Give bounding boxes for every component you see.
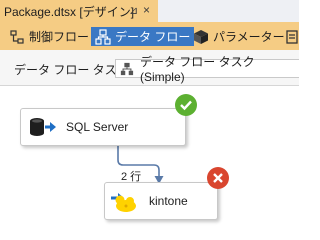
data-flow-icon bbox=[95, 28, 111, 45]
parameters-label: パラメーター bbox=[213, 30, 285, 44]
data-flow-task-value: データ フロー タスク(Simple) bbox=[139, 55, 255, 84]
data-flow-tab[interactable]: データ フロー bbox=[91, 27, 195, 46]
kintone-destination-icon bbox=[111, 193, 136, 212]
data-flow-task-select[interactable]: データ フロー タスク(Simple) bbox=[115, 55, 299, 84]
control-flow-tab[interactable]: 制御フロー bbox=[9, 27, 89, 46]
parameters-tab[interactable]: パラメーター bbox=[193, 27, 285, 46]
document-tab-bar: Package.dtsx [デザイン] ⊿ × bbox=[0, 0, 299, 22]
designer-toolbar: 制御フロー データ フロー パラメーター bbox=[0, 22, 299, 50]
tab-package-design[interactable]: Package.dtsx [デザイン] ⊿ × bbox=[0, 0, 158, 22]
kintone-destination[interactable]: kintone bbox=[104, 182, 218, 220]
pin-icon[interactable]: ⊿ bbox=[129, 4, 138, 17]
control-flow-icon bbox=[10, 29, 24, 44]
success-icon bbox=[175, 94, 197, 116]
parameters-icon bbox=[194, 29, 208, 44]
tab-title: Package.dtsx [デザイン] bbox=[4, 4, 135, 19]
control-flow-label: 制御フロー bbox=[29, 30, 90, 44]
sql-server-label: SQL Server bbox=[66, 120, 129, 134]
data-flow-label: データ フロー bbox=[115, 30, 191, 44]
task-icon bbox=[120, 62, 134, 75]
more-icon[interactable] bbox=[285, 29, 299, 45]
design-canvas[interactable]: 2 行 SQL Server kintone bbox=[0, 86, 299, 240]
database-source-icon bbox=[30, 118, 56, 136]
close-icon[interactable]: × bbox=[143, 3, 150, 17]
error-icon bbox=[207, 167, 229, 189]
sql-server-source[interactable]: SQL Server bbox=[20, 108, 186, 146]
kintone-label: kintone bbox=[149, 194, 188, 208]
data-flow-task-bar: データ フロー タスク: データ フロー タスク(Simple) bbox=[0, 50, 299, 86]
